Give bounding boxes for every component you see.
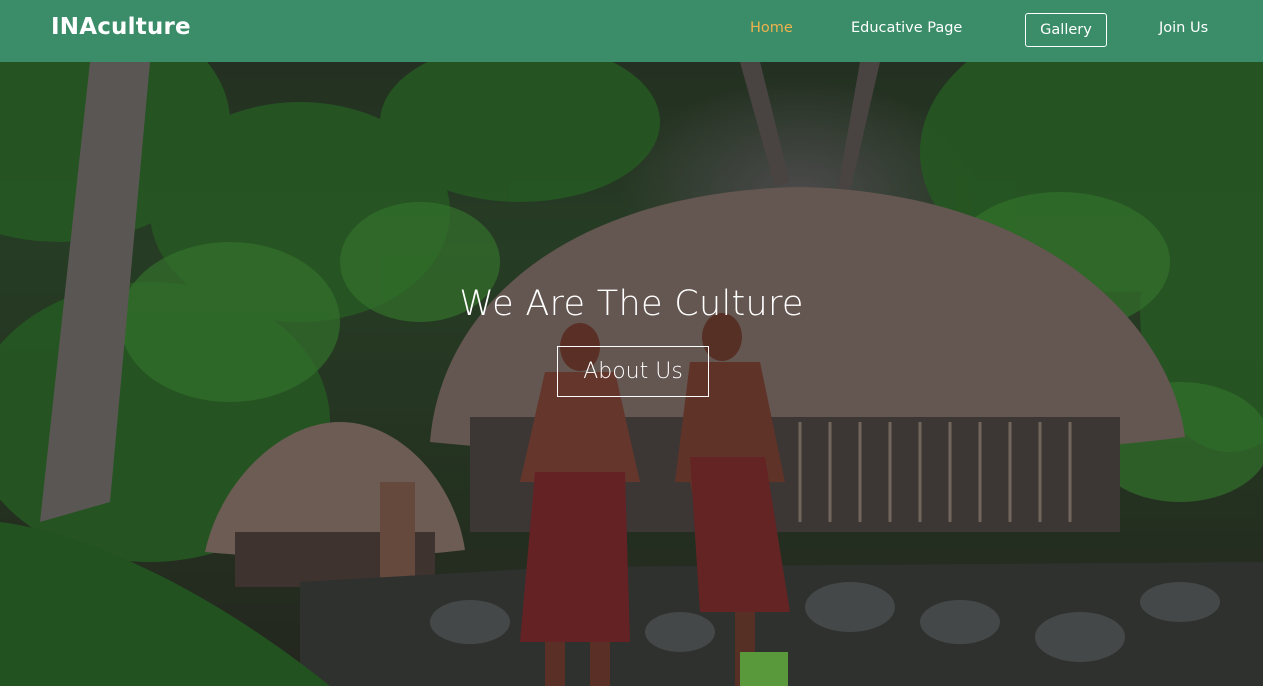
about-us-button[interactable]: About Us [557, 346, 709, 397]
nav-link-join-us[interactable]: Join Us [1159, 20, 1208, 36]
site-logo[interactable]: INAculture [51, 14, 191, 40]
hero-section: We Are The Culture About Us [0, 62, 1263, 686]
nav-link-gallery[interactable]: Gallery [1025, 13, 1107, 47]
nav-link-educative-page[interactable]: Educative Page [851, 20, 962, 36]
nav-link-home[interactable]: Home [750, 20, 793, 36]
navbar: INAculture Home Educative Page Gallery J… [0, 0, 1263, 62]
hero-title: We Are The Culture [459, 284, 804, 324]
